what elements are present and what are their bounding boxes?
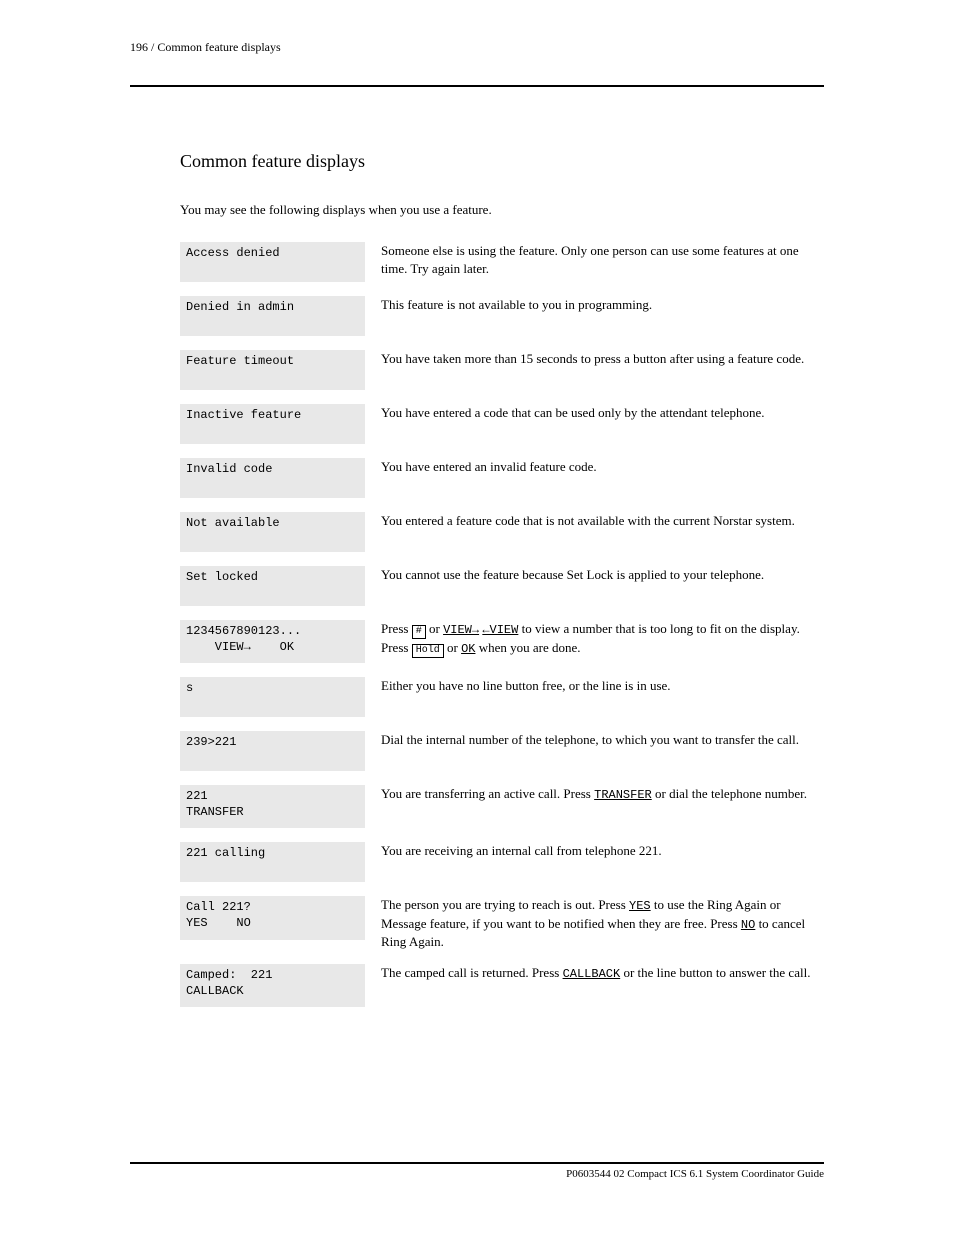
display-panel: 221 calling xyxy=(180,842,365,882)
display-entry: Access denied Someone else is using the f… xyxy=(180,242,824,282)
display-panel: Not available xyxy=(180,512,365,552)
display-panel: Camped: 221CALLBACK xyxy=(180,964,365,1007)
panel-line-1: Camped: 221 xyxy=(186,968,359,984)
display-description: You have entered an invalid feature code… xyxy=(381,458,824,476)
panel-line-1: 1234567890123... xyxy=(186,624,359,640)
panel-line-1: 221 xyxy=(186,789,359,805)
display-description: You have entered a code that can be used… xyxy=(381,404,824,422)
display-entry: 239>221 Dial the internal number of the t… xyxy=(180,731,824,771)
panel-line-2: YES NO xyxy=(186,916,359,932)
panel-line-1: Feature timeout xyxy=(186,354,359,370)
display-panel: Invalid code xyxy=(180,458,365,498)
display-entry: Camped: 221CALLBACK The camped call is re… xyxy=(180,964,824,1007)
display-description: Either you have no line button free, or … xyxy=(381,677,824,695)
display-entry: Denied in admin This feature is not avail… xyxy=(180,296,824,336)
panel-line-2: VIEW→ OK xyxy=(186,640,359,656)
display-panel: Inactive feature xyxy=(180,404,365,444)
display-panel: 1234567890123... VIEW→ OK xyxy=(180,620,365,663)
entries-list: Access denied Someone else is using the f… xyxy=(180,242,824,1007)
display-panel: Set locked xyxy=(180,566,365,606)
panel-line-2: TRANSFER xyxy=(186,805,359,821)
panel-line-2: CALLBACK xyxy=(186,984,359,1000)
intro-text: You may see the following displays when … xyxy=(180,202,824,218)
panel-line-1: Call 221? xyxy=(186,900,359,916)
display-description: You are transferring an active call. Pre… xyxy=(381,785,824,803)
display-description: You entered a feature code that is not a… xyxy=(381,512,824,530)
section-title: Common feature displays xyxy=(180,151,824,172)
display-panel: Denied in admin xyxy=(180,296,365,336)
display-description: Dial the internal number of the telephon… xyxy=(381,731,824,749)
display-entry: Not available You entered a feature code … xyxy=(180,512,824,552)
display-entry: Call 221?YES NO The person you are trying… xyxy=(180,896,824,950)
display-description: Press # or VIEW→ ←VIEW to view a number … xyxy=(381,620,824,658)
header-rule xyxy=(130,85,824,87)
panel-line-1: Invalid code xyxy=(186,462,359,478)
display-panel: s xyxy=(180,677,365,717)
display-description: The camped call is returned. Press CALLB… xyxy=(381,964,824,982)
display-panel: Feature timeout xyxy=(180,350,365,390)
panel-line-1: Access denied xyxy=(186,246,359,262)
footer-text: P0603544 02 Compact ICS 6.1 System Coord… xyxy=(130,1168,824,1180)
display-description: You are receiving an internal call from … xyxy=(381,842,824,860)
display-description: The person you are trying to reach is ou… xyxy=(381,896,824,950)
panel-line-1: Set locked xyxy=(186,570,359,586)
display-entry: s Either you have no line button free, or… xyxy=(180,677,824,717)
display-entry: 221TRANSFER You are transferring an activ… xyxy=(180,785,824,828)
panel-line-1: Not available xyxy=(186,516,359,532)
display-description: This feature is not available to you in … xyxy=(381,296,824,314)
display-entry: Set locked You cannot use the feature bec… xyxy=(180,566,824,606)
panel-line-1: Inactive feature xyxy=(186,408,359,424)
display-entry: Inactive feature You have entered a code … xyxy=(180,404,824,444)
panel-line-1: 221 calling xyxy=(186,846,359,862)
display-description: You cannot use the feature because Set L… xyxy=(381,566,824,584)
display-panel: Call 221?YES NO xyxy=(180,896,365,939)
display-entry: 221 calling You are receiving an internal… xyxy=(180,842,824,882)
display-entry: Invalid code You have entered an invalid … xyxy=(180,458,824,498)
display-description: You have taken more than 15 seconds to p… xyxy=(381,350,824,368)
display-panel: 221TRANSFER xyxy=(180,785,365,828)
display-panel: Access denied xyxy=(180,242,365,282)
display-entry: Feature timeout You have taken more than … xyxy=(180,350,824,390)
panel-line-1: s xyxy=(186,681,359,697)
display-entry: 1234567890123... VIEW→ OK Press # or VIEW… xyxy=(180,620,824,663)
page-header-left: 196 / Common feature displays xyxy=(130,40,281,55)
footer-rule xyxy=(130,1162,824,1164)
panel-line-1: 239>221 xyxy=(186,735,359,751)
display-panel: 239>221 xyxy=(180,731,365,771)
panel-line-1: Denied in admin xyxy=(186,300,359,316)
display-description: Someone else is using the feature. Only … xyxy=(381,242,824,277)
